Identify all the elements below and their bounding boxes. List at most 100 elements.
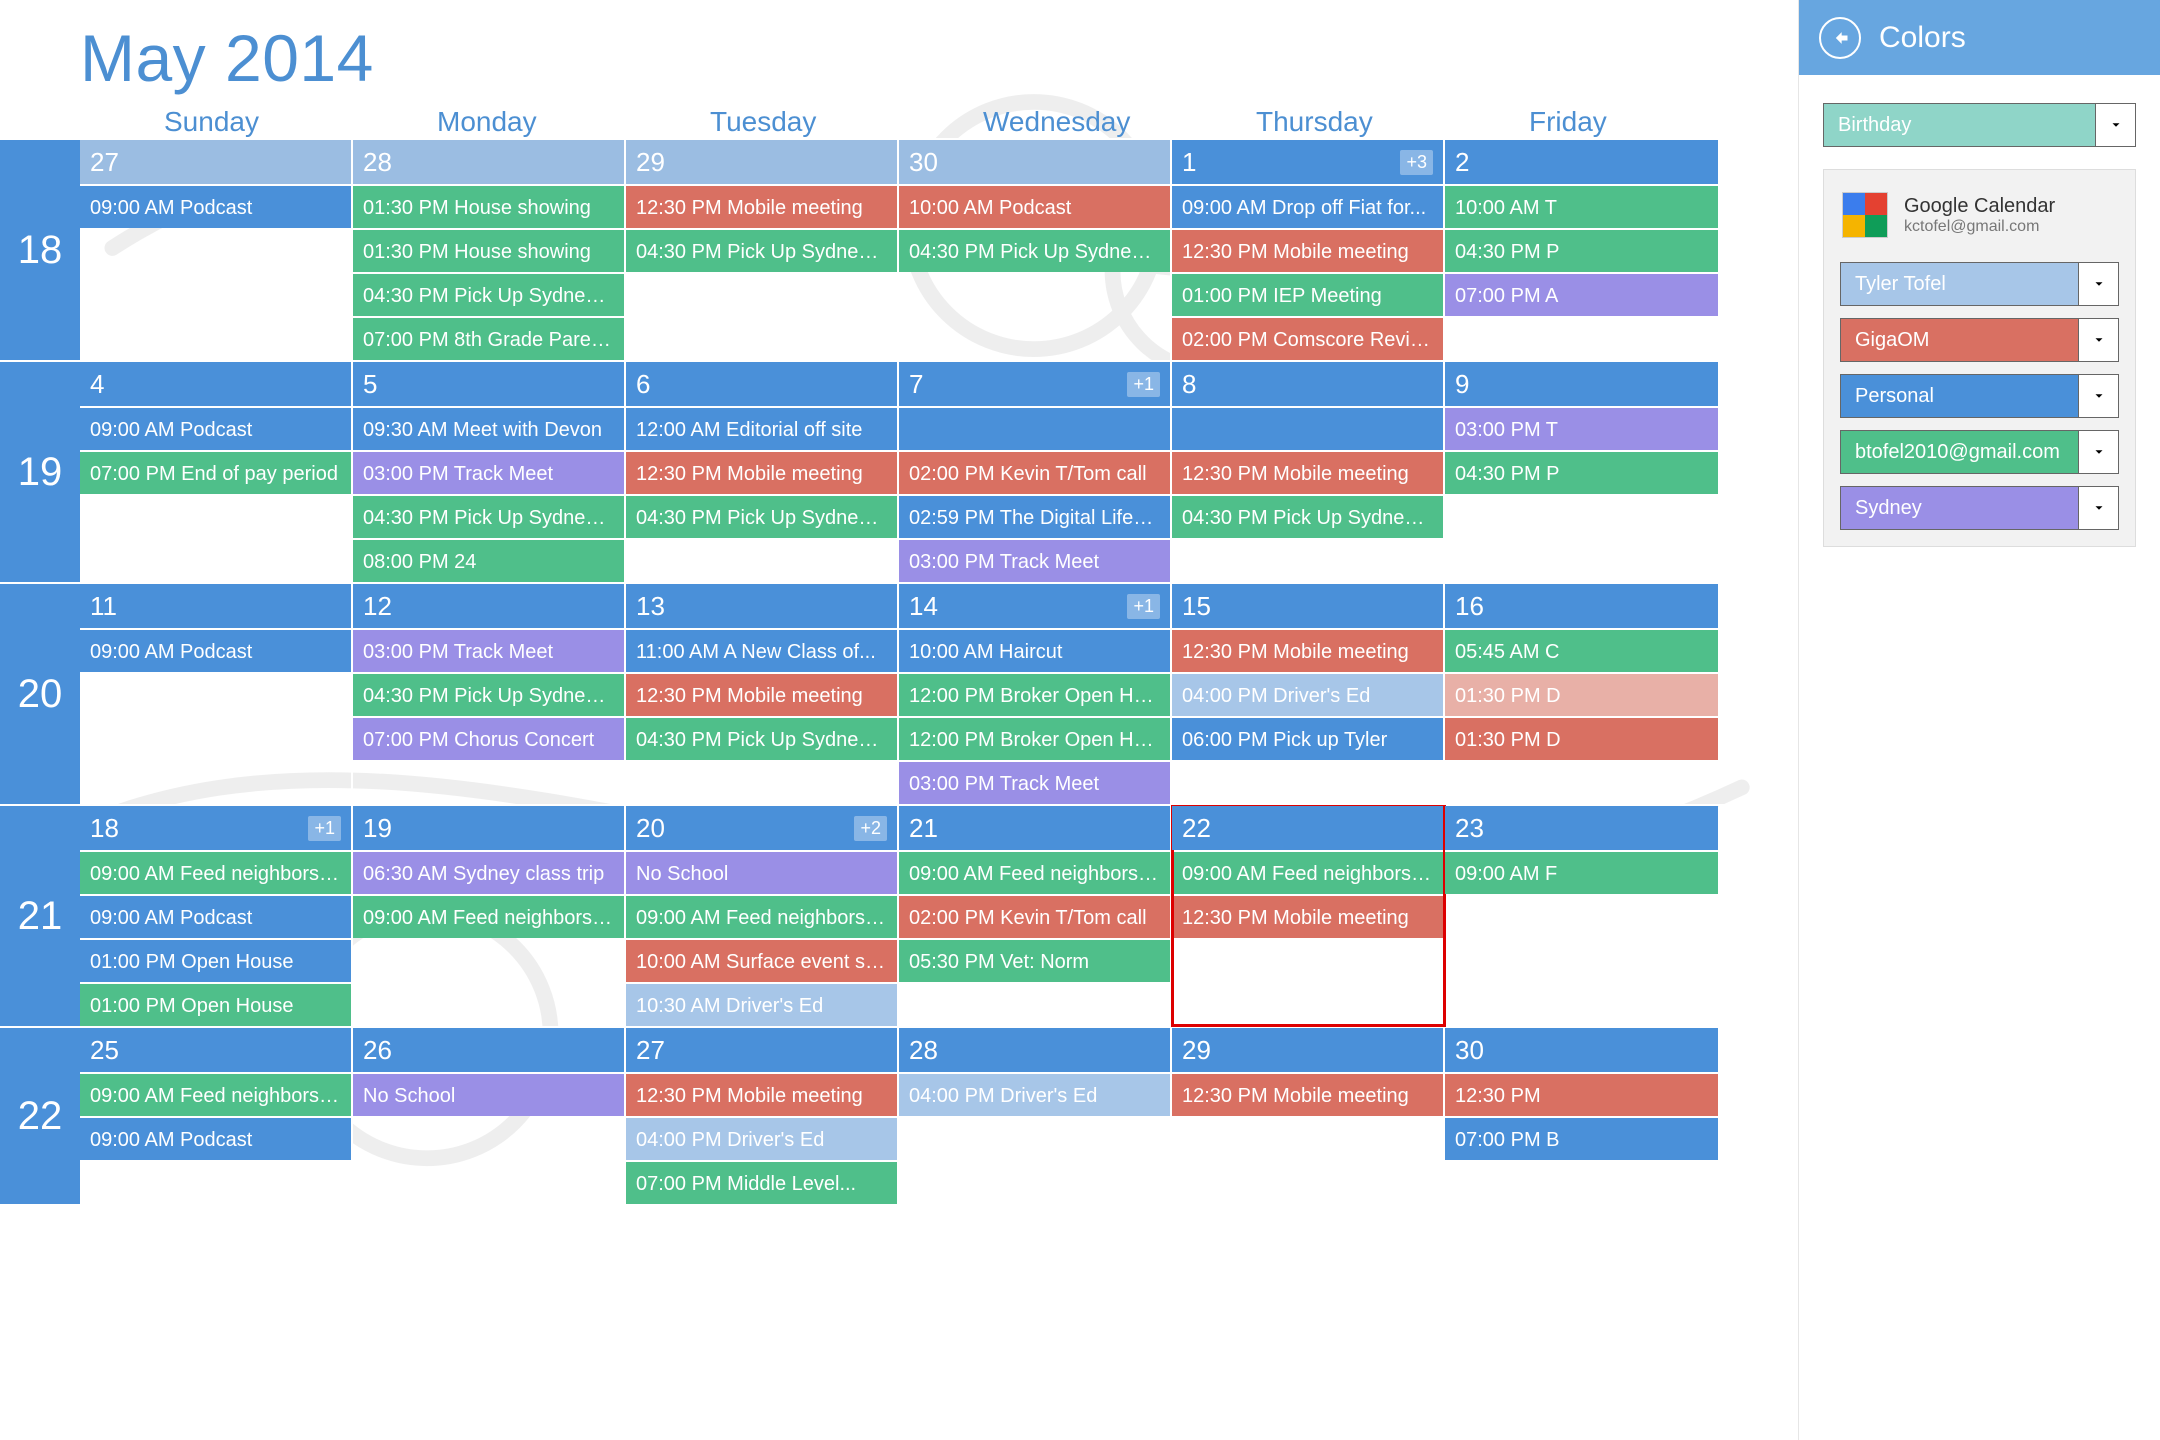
event-item[interactable]: 10:00 AM Podcast [899, 184, 1170, 228]
more-events-badge[interactable]: +1 [308, 816, 341, 841]
event-item[interactable]: 07:00 PM B [1445, 1116, 1718, 1160]
calendar-dropdown[interactable]: GigaOM [1840, 318, 2119, 362]
event-item[interactable]: 04:30 PM Pick Up Sydney at... [626, 228, 897, 272]
event-item[interactable]: 10:00 AM Surface event starts [626, 938, 897, 982]
event-item[interactable]: 01:30 PM House showing [353, 184, 624, 228]
event-item[interactable]: 12:30 PM Mobile meeting [1172, 1072, 1443, 1116]
calendar-dropdown[interactable]: Personal [1840, 374, 2119, 418]
event-item[interactable]: 09:00 AM Podcast [80, 184, 351, 228]
event-item[interactable]: 09:00 AM Feed neighbors cats [80, 850, 351, 894]
event-item[interactable]: 12:00 AM Editorial off site [626, 406, 897, 450]
event-item[interactable]: 09:00 AM Drop off Fiat for... [1172, 184, 1443, 228]
event-item[interactable]: 01:00 PM Open House [80, 982, 351, 1026]
event-item[interactable]: 10:00 AM Haircut [899, 628, 1170, 672]
event-item[interactable]: 04:00 PM Driver's Ed [626, 1116, 897, 1160]
day-cell[interactable]: 2509:00 AM Feed neighbors cats09:00 AM P… [80, 1028, 353, 1204]
event-item[interactable]: 12:30 PM Mobile meeting [626, 450, 897, 494]
day-cell[interactable]: 14+110:00 AM Haircut12:00 PM Broker Open… [899, 584, 1172, 804]
event-item[interactable]: 04:30 PM Pick Up Sydney at... [626, 716, 897, 760]
day-cell[interactable]: 7+102:00 PM Kevin T/Tom call02:59 PM The… [899, 362, 1172, 582]
day-cell[interactable]: 2912:30 PM Mobile meeting04:30 PM Pick U… [626, 140, 899, 360]
event-item[interactable]: 07:00 PM 8th Grade Parent... [353, 316, 624, 360]
event-item[interactable]: 01:30 PM D [1445, 672, 1718, 716]
day-cell[interactable]: 210:00 AM T04:30 PM P07:00 PM A [1445, 140, 1718, 360]
day-cell[interactable]: 2209:00 AM Feed neighbors cats12:30 PM M… [1172, 806, 1445, 1026]
day-cell[interactable]: 2709:00 AM Podcast [80, 140, 353, 360]
day-cell[interactable]: 3012:30 PM07:00 PM B [1445, 1028, 1718, 1204]
day-cell[interactable]: 1906:30 AM Sydney class trip09:00 AM Fee… [353, 806, 626, 1026]
event-item[interactable]: 04:30 PM Pick Up Sydney at... [1172, 494, 1443, 538]
event-item[interactable]: No School [353, 1072, 624, 1116]
event-item[interactable]: 12:30 PM Mobile meeting [1172, 228, 1443, 272]
event-item[interactable]: 05:30 PM Vet: Norm [899, 938, 1170, 982]
event-item[interactable]: No School [626, 850, 897, 894]
event-item[interactable]: 09:00 AM Feed neighbors cats [899, 850, 1170, 894]
event-item[interactable]: 07:00 PM Middle Level... [626, 1160, 897, 1204]
day-cell[interactable]: 509:30 AM Meet with Devon03:00 PM Track … [353, 362, 626, 582]
day-cell[interactable]: 409:00 AM Podcast07:00 PM End of pay per… [80, 362, 353, 582]
event-item[interactable]: 04:30 PM Pick Up Sydney at... [899, 228, 1170, 272]
event-item[interactable]: 03:00 PM Track Meet [899, 760, 1170, 804]
day-cell[interactable]: 612:00 AM Editorial off site12:30 PM Mob… [626, 362, 899, 582]
event-item[interactable]: 10:00 AM T [1445, 184, 1718, 228]
event-item[interactable]: 09:00 AM Podcast [80, 406, 351, 450]
event-item[interactable]: 09:30 AM Meet with Devon [353, 406, 624, 450]
event-item[interactable]: 09:00 AM Feed neighbors cats [353, 894, 624, 938]
day-cell[interactable]: 18+109:00 AM Feed neighbors cats09:00 AM… [80, 806, 353, 1026]
day-cell[interactable]: 3010:00 AM Podcast04:30 PM Pick Up Sydne… [899, 140, 1172, 360]
more-events-badge[interactable]: +3 [1400, 150, 1433, 175]
event-item[interactable] [899, 406, 1170, 450]
event-item[interactable]: 12:30 PM Mobile meeting [626, 672, 897, 716]
event-item[interactable]: 02:00 PM Comscore Review [1172, 316, 1443, 360]
more-events-badge[interactable]: +1 [1127, 372, 1160, 397]
birthday-dropdown[interactable]: Birthday [1823, 103, 2136, 147]
event-item[interactable]: 04:30 PM Pick Up Sydney at... [353, 672, 624, 716]
event-item[interactable]: 06:00 PM Pick up Tyler [1172, 716, 1443, 760]
event-item[interactable]: 09:00 AM Podcast [80, 628, 351, 672]
event-item[interactable] [1172, 406, 1443, 450]
day-cell[interactable]: 1109:00 AM Podcast [80, 584, 353, 804]
event-item[interactable]: 08:00 PM 24 [353, 538, 624, 582]
event-item[interactable]: 10:30 AM Driver's Ed [626, 982, 897, 1026]
event-item[interactable]: 12:30 PM Mobile meeting [1172, 450, 1443, 494]
event-item[interactable]: 04:30 PM Pick Up Sydney at... [626, 494, 897, 538]
event-item[interactable]: 04:00 PM Driver's Ed [899, 1072, 1170, 1116]
event-item[interactable]: 01:30 PM House showing [353, 228, 624, 272]
day-cell[interactable]: 903:00 PM T04:30 PM P [1445, 362, 1718, 582]
event-item[interactable]: 09:00 AM Feed neighbors cats [1172, 850, 1443, 894]
event-item[interactable]: 05:45 AM C [1445, 628, 1718, 672]
event-item[interactable]: 04:30 PM P [1445, 228, 1718, 272]
event-item[interactable]: 01:30 PM D [1445, 716, 1718, 760]
day-cell[interactable]: 2309:00 AM F [1445, 806, 1718, 1026]
event-item[interactable]: 12:00 PM Broker Open House [899, 716, 1170, 760]
event-item[interactable]: 11:00 AM A New Class of... [626, 628, 897, 672]
event-item[interactable]: 09:00 AM Podcast [80, 894, 351, 938]
event-item[interactable]: 04:30 PM Pick Up Sydney at... [353, 494, 624, 538]
event-item[interactable]: 02:00 PM Kevin T/Tom call [899, 450, 1170, 494]
calendar-dropdown[interactable]: Tyler Tofel [1840, 262, 2119, 306]
day-cell[interactable]: 26No School [353, 1028, 626, 1204]
day-cell[interactable]: 812:30 PM Mobile meeting04:30 PM Pick Up… [1172, 362, 1445, 582]
event-item[interactable]: 03:00 PM Track Meet [353, 450, 624, 494]
more-events-badge[interactable]: +2 [854, 816, 887, 841]
day-cell[interactable]: 2109:00 AM Feed neighbors cats02:00 PM K… [899, 806, 1172, 1026]
day-cell[interactable]: 2912:30 PM Mobile meeting [1172, 1028, 1445, 1204]
day-cell[interactable]: 1203:00 PM Track Meet04:30 PM Pick Up Sy… [353, 584, 626, 804]
event-item[interactable]: 03:00 PM T [1445, 406, 1718, 450]
event-item[interactable]: 07:00 PM End of pay period [80, 450, 351, 494]
event-item[interactable]: 01:00 PM Open House [80, 938, 351, 982]
event-item[interactable]: 04:00 PM Driver's Ed [1172, 672, 1443, 716]
event-item[interactable]: 07:00 PM A [1445, 272, 1718, 316]
event-item[interactable]: 02:00 PM Kevin T/Tom call [899, 894, 1170, 938]
event-item[interactable]: 06:30 AM Sydney class trip [353, 850, 624, 894]
event-item[interactable]: 12:30 PM Mobile meeting [1172, 628, 1443, 672]
day-cell[interactable]: 20+2No School09:00 AM Feed neighbors cat… [626, 806, 899, 1026]
day-cell[interactable]: 2801:30 PM House showing01:30 PM House s… [353, 140, 626, 360]
back-button[interactable] [1819, 17, 1861, 59]
event-item[interactable]: 03:00 PM Track Meet [353, 628, 624, 672]
calendar-dropdown[interactable]: btofel2010@gmail.com [1840, 430, 2119, 474]
event-item[interactable]: 12:30 PM Mobile meeting [626, 184, 897, 228]
more-events-badge[interactable]: +1 [1127, 594, 1160, 619]
event-item[interactable]: 09:00 AM F [1445, 850, 1718, 894]
event-item[interactable]: 12:00 PM Broker Open House [899, 672, 1170, 716]
